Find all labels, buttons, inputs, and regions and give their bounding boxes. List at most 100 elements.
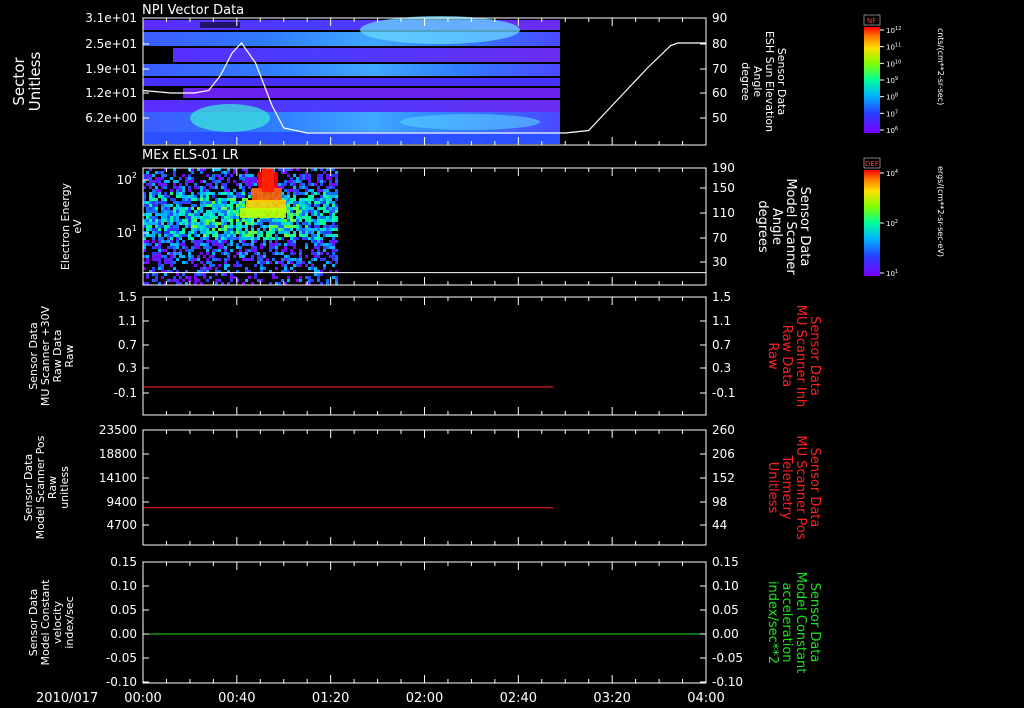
heatmap-cell xyxy=(173,249,176,252)
heatmap-cell xyxy=(176,243,179,246)
heatmap-cell xyxy=(149,183,152,186)
heatmap-cell xyxy=(173,171,176,174)
heatmap-cell xyxy=(197,213,200,216)
heatmap-cell xyxy=(335,195,338,198)
heatmap-cell xyxy=(170,177,173,180)
heatmap-cell xyxy=(314,240,317,243)
heatmap-cell xyxy=(164,240,167,243)
heatmap-cell xyxy=(215,231,218,234)
y-tick-label: 102 xyxy=(117,171,137,187)
heatmap-cell xyxy=(320,273,323,276)
heatmap-cell xyxy=(275,243,278,246)
heatmap-cell xyxy=(218,246,221,249)
heatmap-cell xyxy=(236,264,239,267)
heatmap-cell xyxy=(296,180,299,183)
heatmap-cell xyxy=(275,249,278,252)
heatmap-cell xyxy=(227,264,230,267)
heatmap-cell xyxy=(182,243,185,246)
heatmap-cell xyxy=(254,183,257,186)
heatmap-cell xyxy=(158,231,161,234)
heatmap-cell xyxy=(158,258,161,261)
heatmap-cell xyxy=(326,198,329,201)
y-tick-label: 3.1e+01 xyxy=(85,11,137,25)
right-tick-label: 1.1 xyxy=(712,314,731,328)
heatmap-cell xyxy=(296,204,299,207)
heatmap-cell xyxy=(293,243,296,246)
heatmap-cell xyxy=(179,186,182,189)
heatmap-cell xyxy=(305,192,308,195)
heatmap-cell xyxy=(239,252,242,255)
heatmap-cell xyxy=(314,222,317,225)
heatmap-cell xyxy=(275,237,278,240)
heatmap-cell xyxy=(335,180,338,183)
heatmap-cell xyxy=(206,246,209,249)
heatmap-cell xyxy=(170,246,173,249)
heatmap-cell xyxy=(335,207,338,210)
heatmap-cell xyxy=(224,192,227,195)
heatmap-cell xyxy=(308,177,311,180)
heatmap-cell xyxy=(173,228,176,231)
heatmap-cell xyxy=(203,228,206,231)
heatmap-cell xyxy=(170,225,173,228)
heatmap-cell xyxy=(260,222,263,225)
heatmap-cell xyxy=(194,258,197,261)
heatmap-cell xyxy=(221,186,224,189)
heatmap-cell xyxy=(197,243,200,246)
heatmap-cell xyxy=(236,231,239,234)
heatmap-cell xyxy=(155,201,158,204)
heatmap-cell xyxy=(230,273,233,276)
heatmap-cell xyxy=(296,264,299,267)
heatmap-cell xyxy=(170,192,173,195)
heatmap-cell xyxy=(284,189,287,192)
x-axis-labels: 00:00 00:40 01:20 02:00 02:40 03:20 04:00 xyxy=(124,691,724,706)
heatmap-cell xyxy=(221,183,224,186)
heatmap-cell xyxy=(305,228,308,231)
heatmap-cell xyxy=(302,207,305,210)
heatmap-cell xyxy=(200,186,203,189)
heatmap-cell xyxy=(212,195,215,198)
heatmap-cell xyxy=(278,252,281,255)
heatmap-cell xyxy=(263,243,266,246)
heatmap-cell xyxy=(260,219,263,222)
time-series-plot: NPI Vector Data MEx ELS-01 LR 3.1e+012.5… xyxy=(10,3,945,706)
left-axis-label: eV xyxy=(71,219,84,234)
right-tick-label: 90 xyxy=(712,11,727,25)
heatmap-cell xyxy=(239,255,242,258)
heatmap-cell xyxy=(314,267,317,270)
left-axis-label: unitless xyxy=(58,466,71,509)
heatmap-cell xyxy=(200,222,203,225)
right-tick-label: 98 xyxy=(712,495,727,509)
heatmap-cell xyxy=(299,231,302,234)
heatmap-cell xyxy=(218,180,221,183)
heatmap-cell xyxy=(311,219,314,222)
heatmap-cell xyxy=(164,273,167,276)
heatmap-cell xyxy=(176,252,179,255)
heatmap-cell xyxy=(284,195,287,198)
heatmap-cell xyxy=(203,189,206,192)
heatmap-cell xyxy=(146,207,149,210)
heatmap-cell xyxy=(305,225,308,228)
heatmap-cell xyxy=(251,228,254,231)
heatmap-cell xyxy=(221,171,224,174)
heatmap-cell xyxy=(158,240,161,243)
heatmap-cell xyxy=(293,237,296,240)
heatmap-cell xyxy=(317,231,320,234)
right-tick-label: -0.1 xyxy=(712,386,735,400)
heatmap-cell xyxy=(209,222,212,225)
heatmap-cell xyxy=(224,258,227,261)
heatmap-cell xyxy=(305,219,308,222)
heatmap-cell xyxy=(152,216,155,219)
heatmap-cell xyxy=(173,261,176,264)
heatmap-cell xyxy=(311,240,314,243)
heatmap-cell xyxy=(314,213,317,216)
heatmap-cell xyxy=(281,261,284,264)
heatmap-cell xyxy=(293,219,296,222)
heatmap-cell xyxy=(263,240,266,243)
heatmap-cell xyxy=(317,240,320,243)
heatmap-cell xyxy=(164,219,167,222)
plot-frame xyxy=(142,561,707,684)
heatmap-cell xyxy=(161,255,164,258)
heatmap-cell xyxy=(317,186,320,189)
heatmap-cell xyxy=(302,237,305,240)
heatmap-cell xyxy=(260,258,263,261)
